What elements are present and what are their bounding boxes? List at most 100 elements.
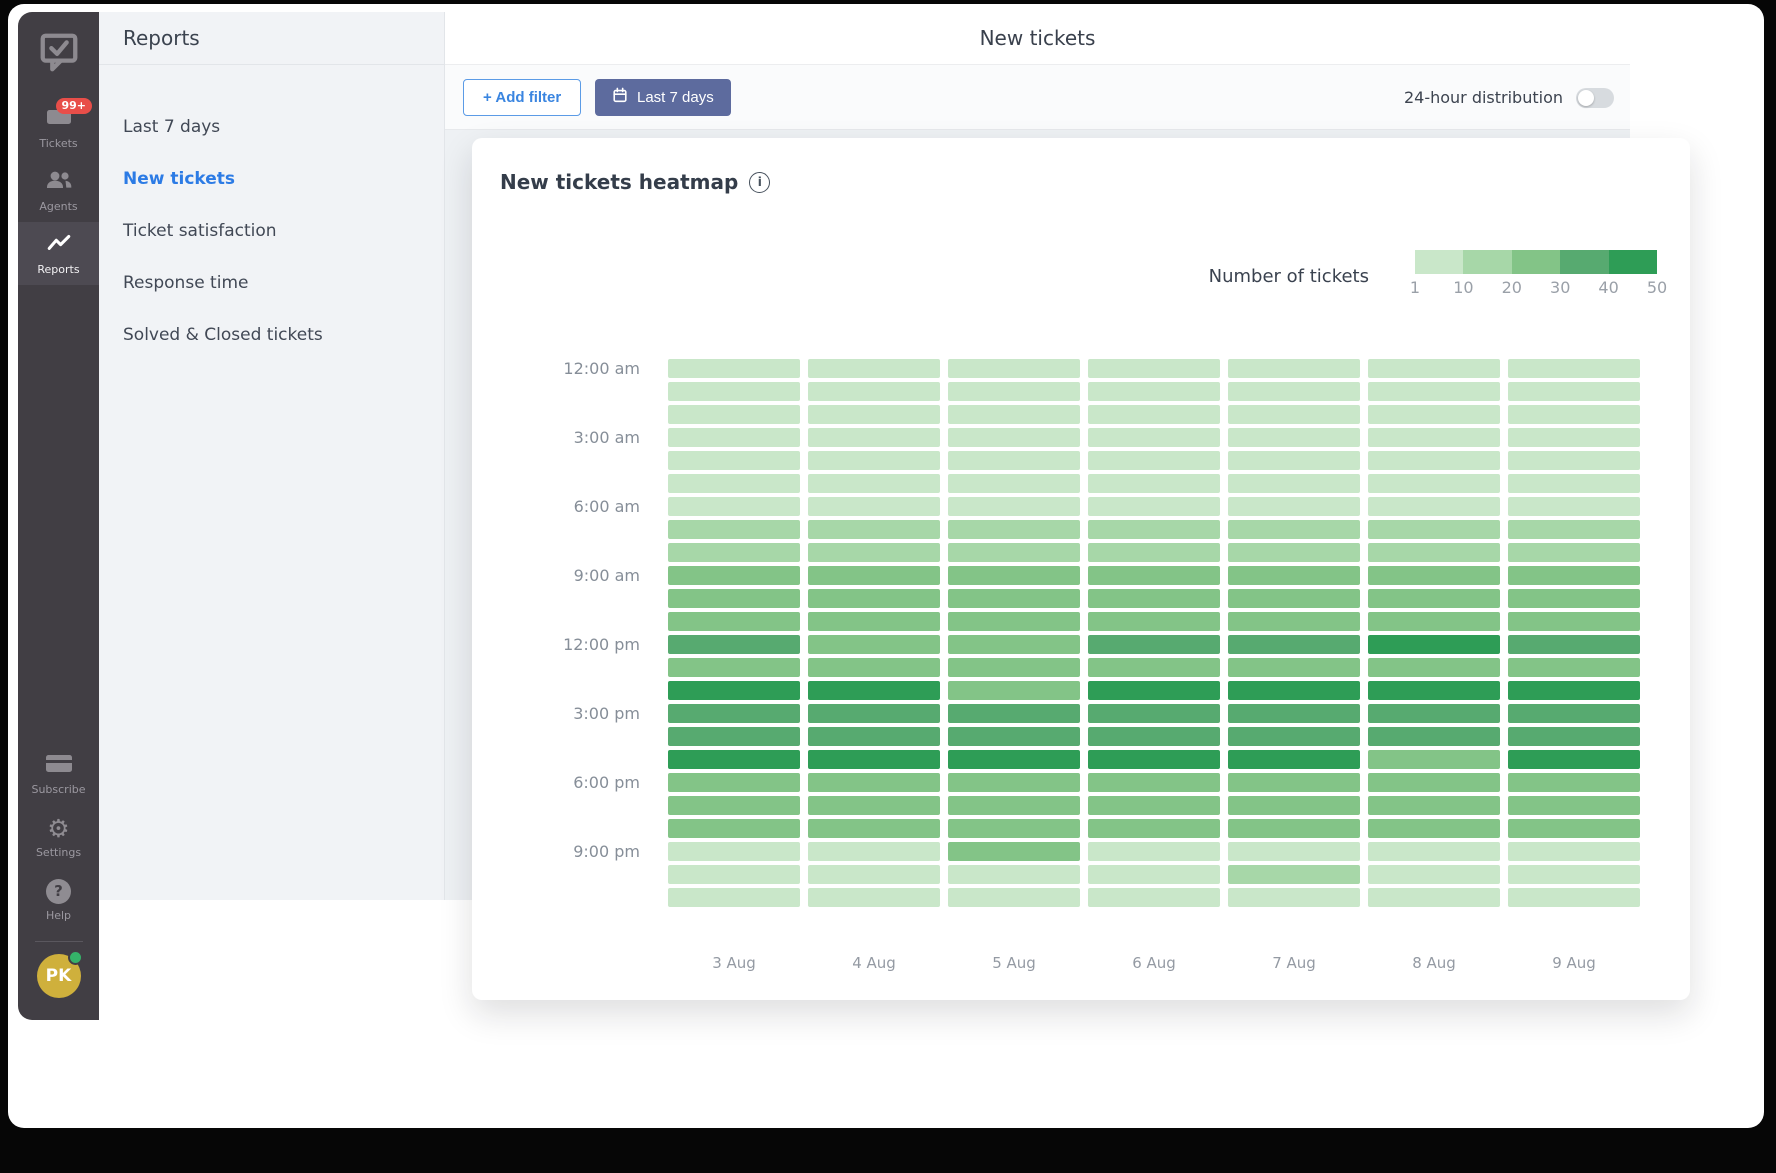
heatmap-cell[interactable] (668, 888, 800, 907)
heatmap-cell[interactable] (1088, 842, 1220, 861)
heatmap-cell[interactable] (1368, 819, 1500, 838)
heatmap-cell[interactable] (1088, 865, 1220, 884)
heatmap-cell[interactable] (1368, 520, 1500, 539)
heatmap-cell[interactable] (1228, 681, 1360, 700)
heatmap-cell[interactable] (1088, 566, 1220, 585)
heatmap-cell[interactable] (948, 865, 1080, 884)
heatmap-cell[interactable] (668, 658, 800, 677)
heatmap-cell[interactable] (808, 727, 940, 746)
heatmap-cell[interactable] (668, 428, 800, 447)
heatmap-cell[interactable] (1508, 842, 1640, 861)
heatmap-cell[interactable] (668, 474, 800, 493)
user-avatar[interactable]: PK (37, 954, 81, 998)
heatmap-cell[interactable] (668, 681, 800, 700)
heatmap-cell[interactable] (948, 428, 1080, 447)
heatmap-cell[interactable] (1228, 658, 1360, 677)
heatmap-cell[interactable] (1508, 474, 1640, 493)
heatmap-cell[interactable] (1088, 796, 1220, 815)
heatmap-cell[interactable] (948, 474, 1080, 493)
heatmap-cell[interactable] (1508, 704, 1640, 723)
heatmap-cell[interactable] (1228, 796, 1360, 815)
heatmap-cell[interactable] (668, 773, 800, 792)
heatmap-cell[interactable] (1368, 635, 1500, 654)
heatmap-cell[interactable] (1508, 681, 1640, 700)
heatmap-cell[interactable] (808, 497, 940, 516)
heatmap-cell[interactable] (1088, 451, 1220, 470)
heatmap-cell[interactable] (1088, 382, 1220, 401)
heatmap-cell[interactable] (808, 796, 940, 815)
heatmap-cell[interactable] (1508, 359, 1640, 378)
heatmap-cell[interactable] (808, 635, 940, 654)
heatmap-cell[interactable] (1228, 405, 1360, 424)
heatmap-cell[interactable] (948, 819, 1080, 838)
heatmap-cell[interactable] (1088, 359, 1220, 378)
heatmap-cell[interactable] (668, 819, 800, 838)
heatmap-cell[interactable] (948, 658, 1080, 677)
heatmap-cell[interactable] (948, 566, 1080, 585)
heatmap-cell[interactable] (948, 727, 1080, 746)
heatmap-cell[interactable] (1508, 589, 1640, 608)
heatmap-cell[interactable] (1508, 497, 1640, 516)
heatmap-cell[interactable] (1228, 566, 1360, 585)
heatmap-cell[interactable] (808, 819, 940, 838)
heatmap-cell[interactable] (1368, 658, 1500, 677)
heatmap-cell[interactable] (808, 773, 940, 792)
heatmap-cell[interactable] (1228, 451, 1360, 470)
heatmap-cell[interactable] (948, 888, 1080, 907)
heatmap-cell[interactable] (1368, 888, 1500, 907)
heatmap-cell[interactable] (1508, 405, 1640, 424)
sidebar-item-reports[interactable]: Reports (18, 222, 99, 285)
heatmap-cell[interactable] (1368, 773, 1500, 792)
heatmap-cell[interactable] (1228, 428, 1360, 447)
heatmap-cell[interactable] (948, 635, 1080, 654)
nav-item-new-tickets[interactable]: New tickets (99, 153, 444, 205)
heatmap-cell[interactable] (1508, 750, 1640, 769)
heatmap-cell[interactable] (668, 635, 800, 654)
heatmap-cell[interactable] (1228, 359, 1360, 378)
heatmap-cell[interactable] (1368, 566, 1500, 585)
app-logo chat-check-icon[interactable] (36, 30, 82, 78)
heatmap-cell[interactable] (1088, 658, 1220, 677)
heatmap-cell[interactable] (808, 888, 940, 907)
add-filter-button[interactable]: + Add filter (463, 79, 581, 116)
heatmap-cell[interactable] (808, 865, 940, 884)
heatmap-cell[interactable] (808, 405, 940, 424)
sidebar-item-tickets[interactable]: 99+ Tickets (18, 96, 99, 159)
heatmap-cell[interactable] (1368, 543, 1500, 562)
heatmap-cell[interactable] (948, 451, 1080, 470)
heatmap-cell[interactable] (1228, 520, 1360, 539)
heatmap-cell[interactable] (808, 658, 940, 677)
heatmap-cell[interactable] (1368, 382, 1500, 401)
date-range-button[interactable]: Last 7 days (595, 79, 731, 116)
heatmap-cell[interactable] (808, 589, 940, 608)
heatmap-cell[interactable] (948, 520, 1080, 539)
heatmap-cell[interactable] (668, 405, 800, 424)
heatmap-cell[interactable] (668, 451, 800, 470)
heatmap-cell[interactable] (1368, 428, 1500, 447)
heatmap-cell[interactable] (808, 382, 940, 401)
heatmap-cell[interactable] (1228, 773, 1360, 792)
heatmap-cell[interactable] (808, 359, 940, 378)
heatmap-cell[interactable] (1088, 612, 1220, 631)
nav-item-response-time[interactable]: Response time (99, 257, 444, 309)
heatmap-cell[interactable] (1368, 451, 1500, 470)
heatmap-cell[interactable] (1508, 543, 1640, 562)
heatmap-cell[interactable] (668, 520, 800, 539)
heatmap-cell[interactable] (1368, 405, 1500, 424)
heatmap-cell[interactable] (1088, 543, 1220, 562)
heatmap-cell[interactable] (1088, 888, 1220, 907)
heatmap-cell[interactable] (948, 681, 1080, 700)
heatmap-cell[interactable] (1228, 888, 1360, 907)
heatmap-cell[interactable] (1508, 451, 1640, 470)
heatmap-cell[interactable] (1228, 842, 1360, 861)
heatmap-cell[interactable] (1368, 750, 1500, 769)
heatmap-cell[interactable] (808, 681, 940, 700)
sidebar-item-settings[interactable]: ⚙ Settings (18, 805, 99, 868)
heatmap-cell[interactable] (1228, 382, 1360, 401)
heatmap-cell[interactable] (1368, 612, 1500, 631)
heatmap-cell[interactable] (808, 428, 940, 447)
heatmap-cell[interactable] (668, 727, 800, 746)
heatmap-cell[interactable] (808, 750, 940, 769)
heatmap-cell[interactable] (1508, 520, 1640, 539)
heatmap-cell[interactable] (808, 543, 940, 562)
